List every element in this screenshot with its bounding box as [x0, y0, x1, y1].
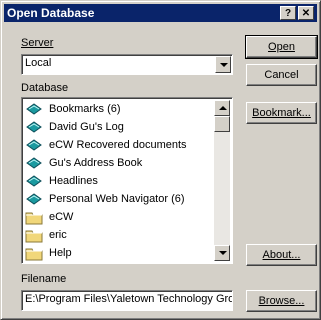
database-icon: [25, 155, 43, 171]
database-list-item-label: Help: [49, 247, 72, 259]
database-label: Database: [21, 82, 68, 94]
title-bar[interactable]: Open Database ? ✕: [4, 4, 317, 22]
database-icon: [25, 137, 43, 153]
arrow-up-icon: [219, 106, 227, 110]
filename-value: E:\Program Files\Yaletown Technology Gro: [25, 293, 233, 305]
folder-icon: [25, 227, 43, 243]
database-list-item-label: eric: [49, 229, 67, 241]
about-button[interactable]: About...: [246, 244, 317, 266]
database-label-text: Database: [21, 82, 69, 94]
database-icon: [25, 101, 43, 117]
bookmark-button[interactable]: Bookmark...: [246, 102, 317, 124]
cancel-button-label: Cancel: [264, 69, 299, 81]
database-list-item-label: Bookmarks (6): [49, 103, 121, 115]
database-list-item-label: Personal Web Navigator (6): [49, 193, 185, 205]
database-list-item-label: Gu's Address Book: [49, 157, 143, 169]
folder-icon: [25, 209, 43, 225]
database-icon: [25, 191, 43, 207]
arrow-down-icon: [219, 251, 227, 255]
filename-label-text: Filename: [21, 273, 67, 285]
database-list-item-label: Headlines: [49, 175, 98, 187]
database-list-item-label: eCW Recovered documents: [49, 139, 187, 151]
browse-button-label: Browse...: [258, 295, 305, 307]
scroll-up-button[interactable]: [214, 100, 230, 116]
server-value: Local: [25, 57, 52, 69]
cancel-button[interactable]: Cancel: [246, 64, 317, 86]
database-list-item-label: eCW: [49, 211, 74, 223]
open-button-label: Open: [268, 41, 295, 53]
database-icon: [25, 119, 43, 135]
server-combobox[interactable]: Local: [21, 54, 233, 75]
server-label: Server: [21, 37, 53, 49]
window-title: Open Database: [7, 6, 95, 20]
help-button[interactable]: ?: [280, 6, 296, 20]
folder-icon: [25, 245, 43, 261]
database-list-scrollbar[interactable]: [214, 100, 230, 261]
filename-input[interactable]: E:\Program Files\Yaletown Technology Gro: [21, 290, 233, 311]
server-dropdown-button[interactable]: [215, 56, 231, 73]
database-list-item-label: David Gu's Log: [49, 121, 124, 133]
open-button[interactable]: Open: [245, 35, 318, 59]
about-button-label: About...: [262, 249, 301, 261]
close-button[interactable]: ✕: [298, 6, 314, 20]
scroll-down-button[interactable]: [214, 245, 230, 261]
scroll-thumb[interactable]: [214, 116, 230, 132]
filename-label: Filename: [21, 273, 66, 285]
database-icon: [25, 173, 43, 189]
database-list[interactable]: Bookmarks (6) David Gu's Log eCW Recovered…: [21, 97, 233, 264]
server-label-text: Server: [21, 37, 54, 49]
bookmark-button-label: Bookmark...: [252, 107, 311, 119]
chevron-down-icon: [220, 63, 228, 67]
browse-button[interactable]: Browse...: [246, 290, 317, 312]
open-database-dialog: Open Database ? ✕ Server Local Database …: [0, 0, 321, 320]
